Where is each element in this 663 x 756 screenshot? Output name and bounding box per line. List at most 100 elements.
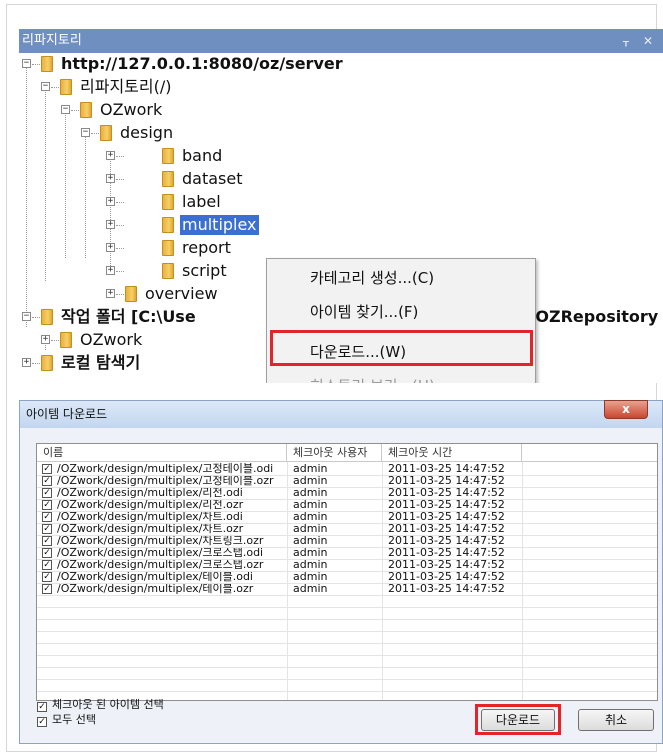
pin-icon[interactable]: ᚁ: [623, 29, 629, 53]
folder-icon: [162, 171, 174, 187]
grid-line: [37, 583, 657, 584]
tree-node-design[interactable]: − design: [19, 122, 279, 145]
folder-icon: [162, 194, 174, 210]
row-checkbox[interactable]: ✓: [42, 476, 52, 486]
grid-line: [37, 595, 657, 596]
row-name: /OZwork/design/multiplex/테이블.ozr: [57, 582, 254, 595]
tree-node-report[interactable]: + report: [19, 237, 259, 260]
tree-node-label: script: [182, 261, 227, 280]
grid-line: [37, 631, 657, 632]
expand-icon[interactable]: +: [106, 174, 115, 183]
row-checkbox[interactable]: ✓: [42, 548, 52, 558]
menu-item-create-category[interactable]: 카테고리 생성...(C): [268, 261, 534, 295]
expand-icon[interactable]: +: [106, 151, 115, 160]
tree-node-server[interactable]: − http://127.0.0.1:8080/oz/server: [19, 53, 539, 76]
tree-node-label: overview: [145, 284, 218, 303]
tree-node-ozwork[interactable]: − OZwork: [19, 99, 279, 122]
tree-connector: [116, 248, 124, 249]
select-checked-out-option[interactable]: ✓ 체크아웃 된 아이템 선택: [37, 698, 164, 712]
close-button[interactable]: x: [604, 400, 648, 419]
tree-connector: [116, 156, 124, 157]
tree-node-label: 로컬 탐색기: [61, 353, 141, 372]
select-checked-out-label: 체크아웃 된 아이템 선택: [52, 698, 164, 711]
select-all-checkbox[interactable]: ✓: [37, 717, 47, 727]
folder-icon: [60, 79, 72, 95]
select-all-option[interactable]: ✓ 모두 선택: [37, 713, 96, 727]
column-header-user[interactable]: 체크아웃 사용자: [287, 444, 382, 462]
tree-node-ozwork-local[interactable]: + OZwork: [19, 329, 259, 352]
folder-icon: [41, 56, 53, 72]
grid-line: [37, 547, 657, 548]
expand-icon[interactable]: +: [106, 266, 115, 275]
tree-connector: [32, 363, 40, 364]
expand-icon[interactable]: +: [106, 197, 115, 206]
expand-icon[interactable]: +: [41, 335, 50, 344]
grid-line: [37, 571, 657, 572]
select-checked-out-checkbox[interactable]: ✓: [37, 702, 47, 712]
menu-item-history[interactable]: 히스토리 보기...(H): [268, 369, 534, 383]
tree-node-label: report: [182, 238, 231, 257]
folder-icon: [100, 125, 112, 141]
expand-icon[interactable]: +: [106, 289, 115, 298]
tree-node-label: OZwork: [100, 100, 163, 119]
tree-node-label: design: [120, 123, 174, 142]
row-checkbox[interactable]: ✓: [42, 464, 52, 474]
row-checkbox[interactable]: ✓: [42, 500, 52, 510]
grid-line: [37, 523, 657, 524]
row-checkbox[interactable]: ✓: [42, 572, 52, 582]
select-all-label: 모두 선택: [52, 713, 96, 726]
tree-node-dataset[interactable]: + dataset: [19, 168, 279, 191]
column-header-name[interactable]: 이름: [37, 444, 287, 462]
dialog-titlebar: 아이템 다운로드 x: [19, 400, 663, 428]
tree-node-local-explorer[interactable]: + 로컬 탐색기: [19, 352, 259, 375]
tree-node-multiplex[interactable]: + multiplex: [19, 214, 279, 237]
tree-node-label: http://127.0.0.1:8080/oz/server: [61, 54, 343, 73]
expand-icon[interactable]: +: [22, 358, 31, 367]
row-checkbox[interactable]: ✓: [42, 488, 52, 498]
row-checkbox[interactable]: ✓: [42, 512, 52, 522]
tree-node-label-folder[interactable]: + label: [19, 191, 279, 214]
expand-icon[interactable]: +: [106, 220, 115, 229]
table-row[interactable]: ✓ /OZwork/design/multiplex/테이블.ozr admin 20…: [37, 583, 657, 595]
tree-connector: [116, 179, 124, 180]
file-list[interactable]: 이름 체크아웃 사용자 체크아웃 시간 ✓ /OZwork/design/mult…: [36, 443, 658, 701]
tree-node-label-tail: s\OZRepository: [520, 307, 659, 326]
row-checkbox[interactable]: ✓: [42, 536, 52, 546]
download-dialog: 아이템 다운로드 x 이름 체크아웃 사용자 체크아웃 시간 ✓ /OZwork/…: [19, 400, 663, 744]
dialog-title: 아이템 다운로드: [26, 407, 108, 421]
folder-icon: [162, 148, 174, 164]
folder-icon: [162, 217, 174, 233]
tree-node-band[interactable]: + band: [19, 145, 279, 168]
collapse-icon[interactable]: −: [22, 312, 31, 321]
row-checkbox[interactable]: ✓: [42, 560, 52, 570]
collapse-icon[interactable]: −: [81, 128, 90, 137]
tree-node-repository-root[interactable]: − 리파지토리(/): [19, 76, 279, 99]
tree-connector: [116, 225, 124, 226]
row-checkbox[interactable]: ✓: [42, 584, 52, 594]
row-time: 2011-03-25 14:47:52: [388, 582, 505, 595]
grid-line: [37, 655, 657, 656]
close-icon[interactable]: ✕: [643, 29, 653, 53]
collapse-icon[interactable]: −: [61, 105, 70, 114]
column-header-time[interactable]: 체크아웃 시간: [382, 444, 522, 462]
tree-connector: [51, 87, 59, 88]
tree-node-script[interactable]: + script: [19, 260, 259, 283]
cancel-button[interactable]: 취소: [578, 709, 654, 731]
expand-icon[interactable]: +: [106, 243, 115, 252]
tree-node-overview[interactable]: + overview: [19, 283, 259, 306]
grid-line: [37, 679, 657, 680]
tree-node-label: band: [182, 146, 223, 165]
tree-node-label: dataset: [182, 169, 243, 188]
tree-connector: [32, 317, 40, 318]
tree-connector: [116, 271, 124, 272]
collapse-icon[interactable]: −: [41, 82, 50, 91]
grid-line: [37, 643, 657, 644]
row-checkbox[interactable]: ✓: [42, 524, 52, 534]
folder-icon: [162, 263, 174, 279]
grid-line: [37, 499, 657, 500]
folder-icon: [125, 286, 137, 302]
download-button-highlight-box: [475, 704, 561, 735]
column-header-empty: [522, 444, 657, 462]
collapse-icon[interactable]: −: [22, 59, 31, 68]
menu-item-find-item[interactable]: 아이템 찾기...(F): [268, 295, 534, 329]
